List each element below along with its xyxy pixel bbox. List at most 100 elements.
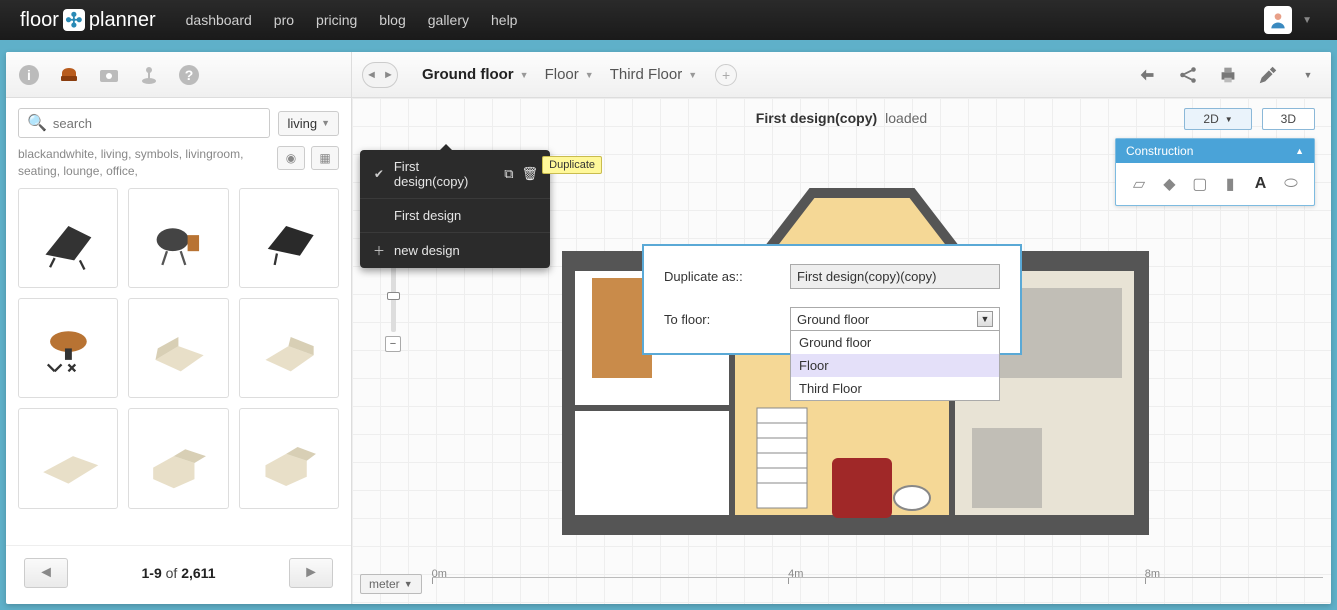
tooltip: Duplicate: [542, 156, 602, 174]
select-value: Ground floor: [797, 312, 869, 327]
svg-text:i: i: [27, 67, 31, 83]
pager-range: 1-9: [142, 565, 162, 581]
floor-tab-ground[interactable]: Ground floor▼: [416, 62, 535, 87]
floor-tab-floor[interactable]: Floor▼: [539, 62, 600, 87]
furniture-grid: [6, 188, 351, 509]
view-mode: 2D▼ 3D: [1184, 108, 1315, 130]
furniture-icon[interactable]: [56, 62, 82, 88]
sidebar: i ? 🔍 living ▼ blackandwhite, living, sy…: [6, 52, 352, 604]
logo-icon: ✣: [63, 9, 85, 31]
floor-nav-arrows[interactable]: ◄►: [362, 62, 398, 88]
select-option[interactable]: Floor: [791, 354, 999, 377]
pager-total: 2,611: [181, 565, 215, 581]
check-icon: ✔: [372, 167, 386, 181]
text-tool-icon[interactable]: A: [1248, 171, 1274, 197]
design-menu-item[interactable]: First design: [360, 199, 550, 233]
plan-title: First design(copy)loaded: [756, 110, 927, 126]
pager: ◄ 1-9 of 2,611 ►: [6, 545, 351, 604]
view-3d-toggle[interactable]: ◉: [277, 146, 305, 170]
filter-label: living: [287, 116, 317, 131]
nav-dashboard[interactable]: dashboard: [186, 12, 252, 28]
delete-icon[interactable]: 🗑: [521, 166, 538, 182]
ruler-mark: 8m: [1145, 568, 1160, 580]
select-option[interactable]: Ground floor: [791, 331, 999, 354]
share-icon[interactable]: [1175, 62, 1201, 88]
camera-icon[interactable]: [96, 62, 122, 88]
print-icon[interactable]: [1215, 62, 1241, 88]
top-nav-links: dashboard pro pricing blog gallery help: [186, 12, 518, 28]
dialog-floor-label: To floor:: [664, 312, 774, 327]
duplicate-icon[interactable]: ⧉: [504, 166, 513, 182]
joystick-icon[interactable]: [136, 62, 162, 88]
door-tool-icon[interactable]: ▮: [1217, 171, 1243, 197]
zoom-out-button[interactable]: −: [385, 336, 401, 352]
chevron-down-icon: ▼: [585, 70, 594, 80]
view-2d-button[interactable]: 2D▼: [1184, 108, 1251, 130]
dialog-name-input[interactable]: [790, 264, 1000, 289]
view-3d-button[interactable]: 3D: [1262, 108, 1315, 130]
construction-header[interactable]: Construction ▲: [1116, 139, 1314, 163]
ruler: meter▼ 0m 4m 8m: [360, 572, 1323, 596]
nav-pricing[interactable]: pricing: [316, 12, 357, 28]
logo-text-right: planner: [89, 9, 156, 32]
furniture-item[interactable]: [128, 298, 228, 398]
tag-list[interactable]: blackandwhite, living, symbols, livingro…: [18, 146, 248, 180]
info-icon[interactable]: i: [16, 62, 42, 88]
dimension-tool-icon[interactable]: ⬭: [1278, 171, 1304, 197]
furniture-item[interactable]: [239, 188, 339, 288]
settings-icon[interactable]: [1255, 62, 1281, 88]
floor-tab-third[interactable]: Third Floor▼: [604, 62, 703, 87]
chevron-down-icon: ▼: [977, 311, 993, 327]
wall-tool-icon[interactable]: ▱: [1126, 171, 1152, 197]
add-floor-button[interactable]: +: [715, 64, 737, 86]
design-menu: ✔ First design(copy) ⧉ 🗑 Duplicate First…: [360, 150, 550, 268]
construction-panel: Construction ▲ ▱ ◆ ▢ ▮ A ⬭: [1115, 138, 1315, 206]
nav-blog[interactable]: blog: [379, 12, 405, 28]
filter-dropdown[interactable]: living ▼: [278, 111, 339, 136]
furniture-item[interactable]: [18, 188, 118, 288]
furniture-item[interactable]: [18, 298, 118, 398]
chevron-down-icon: ▼: [1302, 15, 1312, 26]
ruler-mark: 4m: [788, 568, 803, 580]
furniture-item[interactable]: [128, 188, 228, 288]
nav-help[interactable]: help: [491, 12, 517, 28]
search-field[interactable]: [53, 116, 262, 131]
zoom-handle[interactable]: [387, 292, 400, 300]
furniture-item[interactable]: [239, 408, 339, 508]
window-tool-icon[interactable]: ▢: [1187, 171, 1213, 197]
surface-tool-icon[interactable]: ◆: [1156, 171, 1182, 197]
design-menu-item-active[interactable]: ✔ First design(copy) ⧉ 🗑 Duplicate: [360, 150, 550, 199]
design-menu-label: new design: [394, 243, 460, 258]
sidebar-toolbar: i ?: [6, 52, 351, 98]
canvas: ◄► Ground floor▼ Floor▼ Third Floor▼ + ▼…: [352, 52, 1331, 604]
furniture-item[interactable]: [128, 408, 228, 508]
furniture-item[interactable]: [239, 298, 339, 398]
top-nav: floor ✣ planner dashboard pro pricing bl…: [0, 0, 1337, 40]
select-options: Ground floor Floor Third Floor: [790, 331, 1000, 401]
pager-prev[interactable]: ◄: [24, 558, 68, 588]
nav-gallery[interactable]: gallery: [428, 12, 469, 28]
furniture-item[interactable]: [18, 408, 118, 508]
select-option[interactable]: Third Floor: [791, 377, 999, 400]
dialog-name-label: Duplicate as::: [664, 269, 774, 284]
design-menu-label: First design: [394, 208, 461, 223]
top-nav-user[interactable]: ▼: [1264, 6, 1317, 34]
duplicate-dialog: Duplicate as:: To floor: Ground floor ▼ …: [642, 244, 1022, 355]
nav-pro[interactable]: pro: [274, 12, 294, 28]
view-grid-toggle[interactable]: ▦: [311, 146, 339, 170]
design-menu-new[interactable]: ＋ new design: [360, 233, 550, 268]
undo-icon[interactable]: [1135, 62, 1161, 88]
search-input[interactable]: 🔍: [18, 108, 270, 138]
chevron-down-icon[interactable]: ▼: [1295, 62, 1321, 88]
help-icon[interactable]: ?: [176, 62, 202, 88]
canvas-toolbar: ◄► Ground floor▼ Floor▼ Third Floor▼ + ▼: [352, 52, 1331, 98]
ruler-ticks: 0m 4m 8m: [432, 577, 1323, 591]
unit-selector[interactable]: meter▼: [360, 574, 422, 594]
zoom-track[interactable]: [391, 262, 396, 332]
design-menu-label: First design(copy): [394, 159, 496, 189]
ruler-mark: 0m: [432, 568, 447, 580]
pager-next[interactable]: ►: [289, 558, 333, 588]
logo[interactable]: floor ✣ planner: [20, 9, 156, 32]
dialog-floor-select[interactable]: Ground floor ▼: [790, 307, 1000, 331]
plus-icon: ＋: [372, 242, 386, 259]
